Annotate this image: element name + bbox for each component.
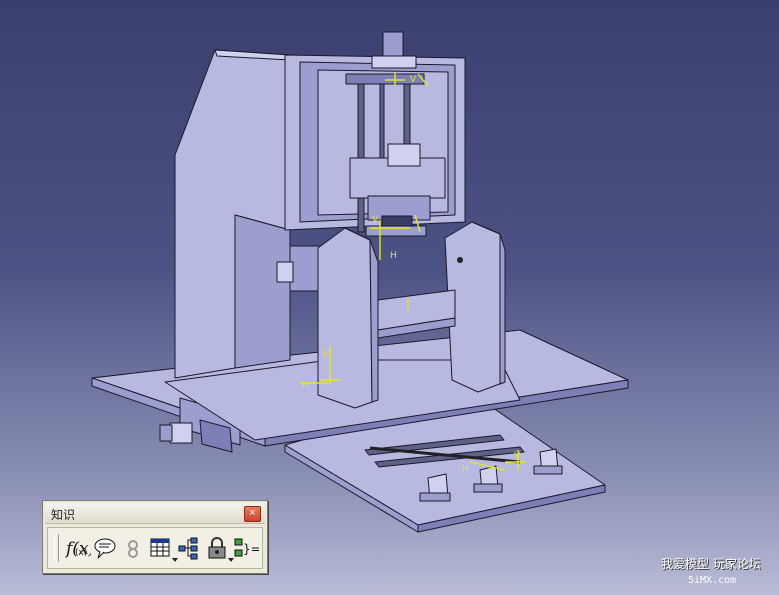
watermark-url: 5iMX.com: [688, 575, 737, 586]
parameters-tree-icon: [178, 537, 198, 560]
check-button[interactable]: [120, 534, 146, 562]
table-button[interactable]: [148, 534, 178, 562]
table-icon: [150, 538, 170, 557]
svg-text:V: V: [372, 215, 379, 225]
svg-text:V: V: [514, 451, 521, 461]
svg-text:H: H: [302, 381, 309, 391]
toolbar-body: f(x) (x): [47, 527, 263, 569]
formula-button[interactable]: f(x) (x): [64, 534, 91, 562]
3d-viewport[interactable]: V H V V H H H V 知识 × f(x) (x): [0, 0, 779, 595]
svg-text:H: H: [488, 465, 495, 475]
equivalent-dimensions-icon: }=: [234, 538, 259, 557]
comment-button[interactable]: [92, 534, 118, 562]
svg-text:(x): (x): [75, 548, 87, 558]
equivalent-dimensions-button[interactable]: }=: [232, 534, 259, 562]
svg-text:}=: }=: [243, 542, 259, 556]
svg-text:V: V: [322, 349, 329, 359]
parameters-tree-button[interactable]: [176, 534, 202, 562]
close-button[interactable]: ×: [244, 506, 261, 522]
lock-button[interactable]: [204, 534, 234, 562]
svg-text:V: V: [410, 75, 417, 85]
svg-text:H: H: [390, 251, 397, 261]
knowledge-toolbar[interactable]: 知识 × f(x) (x): [42, 500, 268, 574]
toolbar-title: 知识: [51, 508, 76, 522]
comment-icon: [94, 538, 116, 559]
watermark-title: 我爱模型 玩家论坛: [661, 557, 761, 571]
svg-text:H: H: [462, 465, 469, 475]
formula-icon: f(x) (x): [65, 539, 91, 559]
toolbar-grip[interactable]: [54, 534, 59, 562]
check-icon: [128, 540, 138, 558]
toolbar-titlebar[interactable]: 知识 ×: [45, 503, 265, 524]
lock-icon: [208, 537, 226, 559]
